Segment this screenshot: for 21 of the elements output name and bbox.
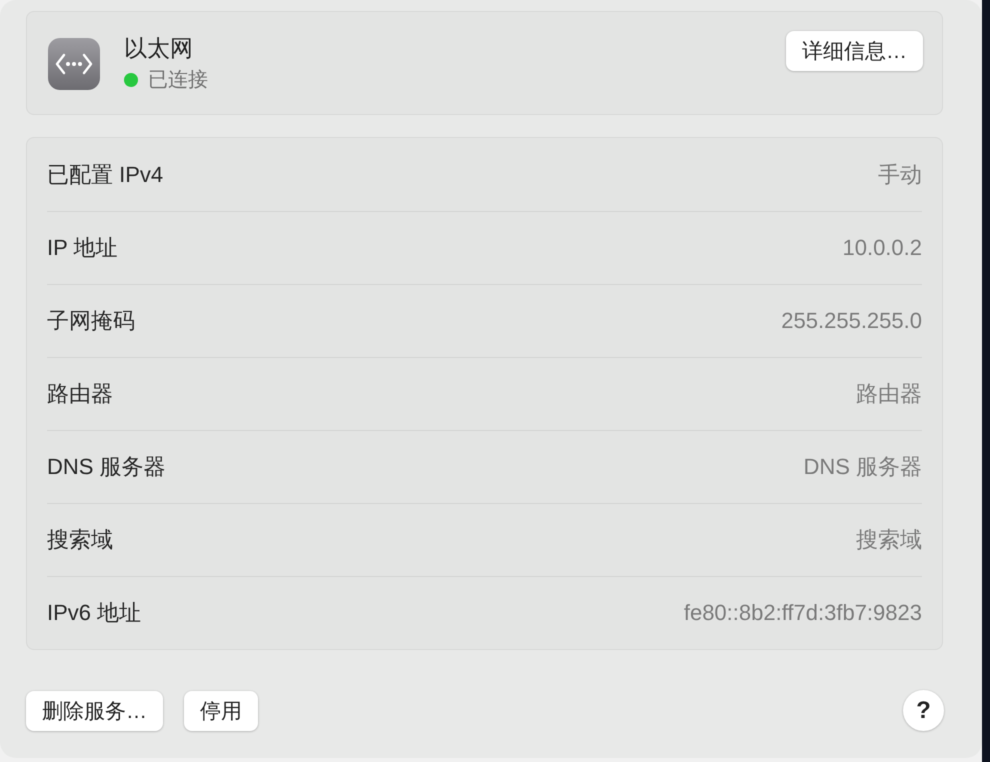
setting-label: 子网掩码 [47, 307, 135, 335]
setting-value: 手动 [878, 160, 922, 188]
setting-value: 搜索域 [856, 526, 922, 554]
details-button[interactable]: 详细信息… [786, 31, 923, 71]
status-text: 已连接 [148, 68, 208, 93]
setting-label: 搜索域 [47, 526, 113, 554]
setting-value: 10.0.0.2 [842, 235, 922, 261]
setting-label: IP 地址 [47, 234, 118, 262]
setting-value: 路由器 [856, 380, 922, 408]
setting-label: 已配置 IPv4 [47, 160, 164, 188]
footer-button[interactable]: 停用 [184, 690, 258, 730]
setting-label: 路由器 [47, 380, 113, 408]
setting-value: fe80::8b2:ff7d:3fb7:9823 [684, 600, 922, 626]
network-icon [48, 38, 100, 90]
setting-label: IPv6 地址 [47, 599, 142, 627]
service-name: 以太网 [124, 34, 193, 63]
footer-button[interactable]: 删除服务… [26, 690, 163, 730]
setting-label: DNS 服务器 [47, 453, 166, 481]
setting-value: DNS 服务器 [803, 453, 922, 481]
help-button[interactable]: ? [903, 690, 944, 731]
setting-value: 255.255.255.0 [781, 308, 922, 334]
